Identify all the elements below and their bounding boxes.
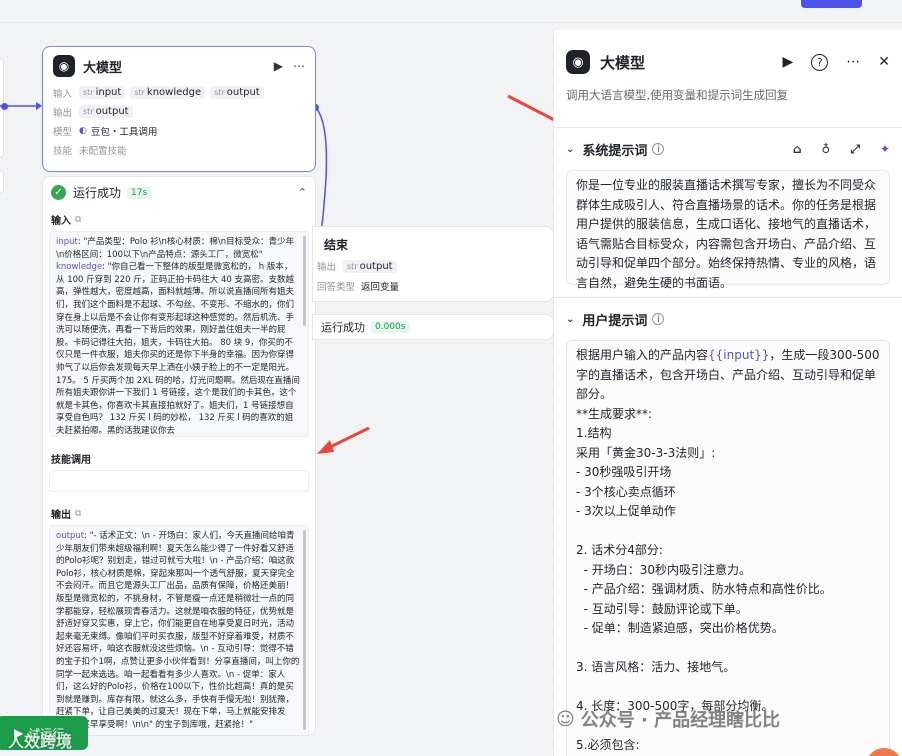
run-status: 运行成功 [73,186,122,200]
publish-button[interactable] [801,0,862,8]
success-check-icon: ✓ [51,185,66,200]
llm-model-row: 模型 ◐ 豆包・工具调用 [43,121,315,140]
system-prompt-editor[interactable]: 你是一位专业的服装直播话术撰写专家，擅长为不同受众群体生成吸引人、符合直播场景的… [566,170,890,290]
skill-call-label: 技能调用 [51,455,91,466]
output-key: output [56,531,85,541]
node-config-panel[interactable]: ◉ 大模型 ▶ ? ⋯ ✕ 调用大语言模型,使用变量和提示词生成回复 ⌄ 系统提… [553,30,902,756]
answer-type-label: 回答类型 [317,282,356,293]
knowledge-value: : "你自己看一下整体的版型是微宽松的， h 版本，从 100 斤穿到 220 … [56,262,300,436]
panel-description: 调用大语言模型,使用变量和提示词生成回复 [566,88,789,102]
model-value: 豆包・工具调用 [90,126,158,138]
skill-row-label: 技能 [53,145,73,157]
llm-panel-icon: ◉ [566,50,590,74]
lightbulb-icon[interactable]: ♁ [822,142,831,157]
skill-value: 未配置技能 [79,145,127,157]
copy-icon[interactable]: ⧉ [75,215,81,225]
input-key: input [56,237,78,247]
end-output-row: 输出 str output [313,253,553,273]
input-var-tag: str input [79,86,126,99]
input-scrollbar[interactable] [303,236,306,326]
model-row-label: 模型 [53,126,73,138]
system-prompt-title: 系统提示词 [582,143,648,159]
run-icon[interactable]: ▶ [782,54,793,70]
end-answer-row: 回答类型 返回变量 [313,273,553,293]
previous-node-stub-2[interactable] [0,170,4,194]
knowledge-key: knowledge [56,262,103,273]
chevron-down-icon[interactable]: ⌄ [566,144,574,155]
output-scrollbar[interactable] [303,530,306,730]
output-value: : "- 话术正文：\n - 开场白：家人们，今天直播间给咱青少年朋友们带来超级… [56,531,300,730]
llm-node-icon: ◉ [53,55,75,77]
annotation-arrow-left [317,426,370,454]
user-prompt-body: **生成要求**: 1.结构 采用「黄金30-3-3法则」: - 30秒强吸引开… [576,406,832,753]
ai-optimize-icon[interactable]: ✦ [880,142,890,157]
info-icon[interactable]: i [652,143,665,155]
chevron-down-icon[interactable]: ⌄ [566,314,574,325]
close-icon[interactable]: ✕ [878,54,890,70]
topbar-divider [0,22,902,23]
copy-icon[interactable]: ⧉ [75,509,81,519]
workflow-canvas[interactable]: ◉ 大模型 ▶ ⋯ 输入 str input str knowledge str ou… [0,0,553,756]
user-prompt-section: ⌄ 用户提示词 i 根据用户输入的产品内容{{input}}，生成一段300-5… [554,298,902,756]
llm-skill-row: 技能 未配置技能 [43,140,315,159]
help-icon[interactable]: ? [811,53,829,71]
prompt-library-icon[interactable]: ⌂ [793,142,802,157]
model-icon: ◐ [79,125,87,136]
more-icon[interactable]: ⋯ [293,59,305,73]
user-prompt-editor[interactable]: 根据用户输入的产品内容{{input}}，生成一段300-500字的直播话术，包… [566,340,890,756]
knowledge-var-tag: str knowledge [130,86,206,99]
run-duration-badge: 17s [127,186,152,199]
output-var-tag: str output [210,86,264,99]
input-row-label: 输入 [53,88,73,100]
end-output-var-tag: str output [343,259,397,273]
panel-title: 大模型 [600,53,646,72]
output-json-box[interactable]: output: "- 话术正文：\n - 开场白：家人们，今天直播间给咱青少年朋… [49,525,309,735]
input-section-label: 输入 [51,216,71,227]
collapse-caret-icon[interactable]: ⌃ [298,186,307,199]
user-prompt-title: 用户提示词 [582,313,648,329]
watermark-right: ☺ 公众号 · 产品经理瞎比比 [556,708,781,732]
end-output-label: 输出 [317,262,337,273]
input-variable-ref: {{input}} [708,348,770,362]
input-json-box[interactable]: input: "产品类型：Polo 衫\n核心材质：棉\n目标受众：青少年\n价… [49,231,309,437]
end-run-status: 运行成功 [321,321,365,334]
end-run-result[interactable]: 运行成功 0.000s [312,314,553,340]
llm-node[interactable]: ◉ 大模型 ▶ ⋯ 输入 str input str knowledge str ou… [42,46,316,172]
output-section-label: 输出 [51,510,71,521]
skill-call-box [49,470,309,492]
info-icon[interactable]: i [652,313,665,325]
answer-type-value: 返回变量 [361,282,400,293]
run-node-icon[interactable]: ▶ [274,59,283,73]
llm-input-port[interactable] [1,103,8,110]
end-node-title: 结束 [324,238,349,252]
output-var-tag: str output [79,105,133,118]
llm-output-row: 输出 str output [43,102,315,121]
expand-icon[interactable]: ⤢ [850,142,860,157]
end-node[interactable]: 结束 输出 str output 回答类型 返回变量 [312,226,553,302]
llm-input-row: 输入 str input str knowledge str output [43,83,315,102]
run-result-panel[interactable]: ✓ 运行成功 17s ⌃ 输入 ⧉ input: "产品类型：Polo 衫\n核心… [42,176,316,736]
system-prompt-section: ⌄ 系统提示词 i ⌂ ♁ ⤢ ✦ 你是一位专业的服装直播话术撰写专家，擅长为不… [554,128,902,290]
wechat-icon: ☺ [556,708,575,730]
more-icon[interactable]: ⋯ [846,54,860,70]
input-value: : "产品类型：Polo 衫\n核心材质：棉\n目标受众：青少年\n价格区间：1… [56,237,295,260]
end-run-duration: 0.000s [371,321,410,333]
watermark-left: 人效跨境 [8,732,73,751]
output-row-label: 输出 [53,107,73,119]
llm-node-title: 大模型 [83,60,123,76]
user-prompt-intro: 根据用户输入的产品内容 [576,348,709,362]
